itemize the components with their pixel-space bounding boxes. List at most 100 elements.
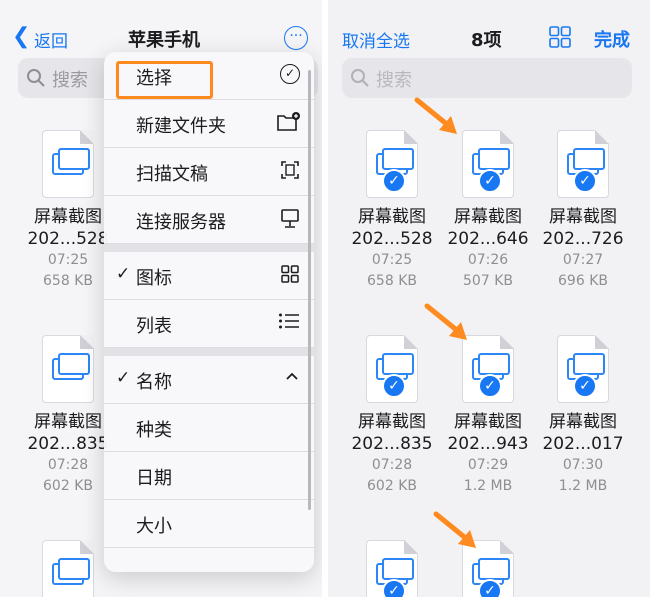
selected-check-icon: ✓ [382,579,406,597]
file-name-short: 202...646 [447,229,529,249]
file-time: 07:25 [371,252,413,268]
file-name: 屏幕截图 [454,207,522,227]
menu-item-sort-name[interactable]: ✓ 名称 [104,356,314,404]
selected-check-icon: ✓ [573,374,597,398]
menu-item-icons-view[interactable]: ✓ 图标 [104,252,314,300]
file-name: 屏幕截图 [358,207,426,227]
file-time: 07:27 [562,252,604,268]
image-file-icon: ✓ [462,335,514,403]
menu-item-label: 连接服务器 [136,212,226,233]
file-item-selected[interactable]: ✓ 屏幕截图 202...835 07:28 602 KB [342,335,442,497]
search-placeholder: 搜索 [376,70,412,91]
menu-item-label: 名称 [136,372,172,393]
file-item[interactable]: 屏幕截图 202...528 07:25 658 KB [18,130,118,292]
menu-item-label: 新建文件夹 [136,116,226,137]
menu-item-label: 大小 [136,516,172,537]
menu-separator [104,244,314,252]
file-name: 屏幕截图 [549,207,617,227]
file-item-selected[interactable]: ✓ 屏幕截图 202...646 07:26 507 KB [438,130,538,292]
search-placeholder: 搜索 [52,70,88,91]
arrow-annotation-icon [433,511,476,548]
selected-check-icon: ✓ [382,374,406,398]
nav-bar-select-mode: 取消全选 8项 完成 [328,22,650,52]
file-name: 屏幕截图 [358,412,426,432]
image-file-icon [42,130,94,198]
search-icon [27,69,45,87]
file-name: 屏幕截图 [34,412,102,432]
deselect-all-button[interactable]: 取消全选 [342,27,410,52]
file-time: 07:29 [467,457,509,473]
image-file-icon: ✓ [462,130,514,198]
menu-separator [104,348,314,356]
image-file-icon [42,540,94,597]
file-name-short: 202...835 [27,434,109,454]
image-file-icon: ✓ [557,335,609,403]
grid-view-icon [281,265,299,283]
file-name: 屏幕截图 [34,207,102,227]
grid-view-icon[interactable] [549,26,571,48]
file-name-short: 202...835 [351,434,433,454]
image-file-icon [42,335,94,403]
file-item-selected[interactable]: ✓ 屏幕截图 202...017 07:30 1.2 MB [533,335,633,497]
file-name-short: 202...726 [542,229,624,249]
arrow-annotation-icon [424,303,467,340]
search-icon [351,69,369,87]
file-item-selected[interactable]: ✓ 屏幕截图 202...528 07:25 658 KB [342,130,442,292]
image-file-icon: ✓ [557,130,609,198]
chevron-up-icon [286,372,298,380]
selected-check-icon: ✓ [478,579,502,597]
file-time: 07:30 [562,457,604,473]
checkmark-icon: ✓ [116,368,131,388]
file-name: 屏幕截图 [549,412,617,432]
menu-item-scan[interactable]: 扫描文稿 [104,148,314,196]
menu-item-new-folder[interactable]: 新建文件夹 [104,100,314,148]
selected-check-icon: ✓ [478,374,502,398]
file-time: 07:25 [47,252,89,268]
nav-bar: ❮ 返回 苹果手机 ··· [0,22,322,52]
file-item-selected[interactable]: ✓ 屏幕截图 202...726 07:27 696 KB [533,130,633,292]
file-size: 658 KB [43,273,93,289]
file-item[interactable]: 屏幕截图 202...835 07:28 602 KB [18,335,118,497]
file-size: 696 KB [558,273,608,289]
file-item[interactable] [18,540,118,597]
new-folder-icon [277,112,300,131]
menu-item-connect-server[interactable]: 连接服务器 [104,196,314,244]
screenshot-composite: ❮ 返回 苹果手机 ··· 搜索 屏幕截图 202...528 07:25 65… [0,0,650,597]
selected-check-icon: ✓ [382,169,406,193]
file-size: 602 KB [367,478,417,494]
file-time: 07:28 [371,457,413,473]
checkmark-circle-icon: ✓ [280,64,300,84]
file-name-short: 202...528 [351,229,433,249]
menu-item-label: 列表 [136,316,172,337]
files-browser-right: 取消全选 8项 完成 搜索 ✓ 屏幕截图 202...528 07:25 658… [328,0,650,597]
menu-scrollbar[interactable] [308,70,311,510]
file-size: 1.2 MB [463,478,513,494]
image-file-icon: ✓ [366,130,418,198]
file-time: 07:26 [467,252,509,268]
scan-document-icon [281,161,299,179]
arrow-annotation-icon [414,97,457,134]
file-size: 602 KB [43,478,93,494]
files-browser-left: ❮ 返回 苹果手机 ··· 搜索 屏幕截图 202...528 07:25 65… [0,0,322,597]
done-button[interactable]: 完成 [594,26,630,52]
highlight-box [116,61,213,99]
file-time: 07:28 [47,457,89,473]
chevron-left-icon[interactable]: ❮ [12,24,30,49]
menu-item-sort-date[interactable]: 日期 [104,452,314,500]
file-name-short: 202...943 [447,434,529,454]
image-file-icon: ✓ [366,540,418,597]
file-item-selected[interactable]: ✓ [342,540,442,597]
menu-item-label: 扫描文稿 [136,164,208,185]
menu-item-label: 日期 [136,468,172,489]
file-item-selected[interactable]: ✓ 屏幕截图 202...943 07:29 1.2 MB [438,335,538,497]
menu-item-label: 种类 [136,420,172,441]
more-options-icon[interactable]: ··· [284,26,308,50]
connect-server-icon [281,209,299,228]
back-button[interactable]: 返回 [34,27,68,52]
menu-item-sort-size[interactable]: 大小 [104,500,314,548]
search-field[interactable]: 搜索 [342,58,632,98]
file-name-short: 202...017 [542,434,624,454]
menu-item-sort-kind[interactable]: 种类 [104,404,314,452]
menu-item-list-view[interactable]: 列表 [104,300,314,348]
file-size: 507 KB [463,273,513,289]
